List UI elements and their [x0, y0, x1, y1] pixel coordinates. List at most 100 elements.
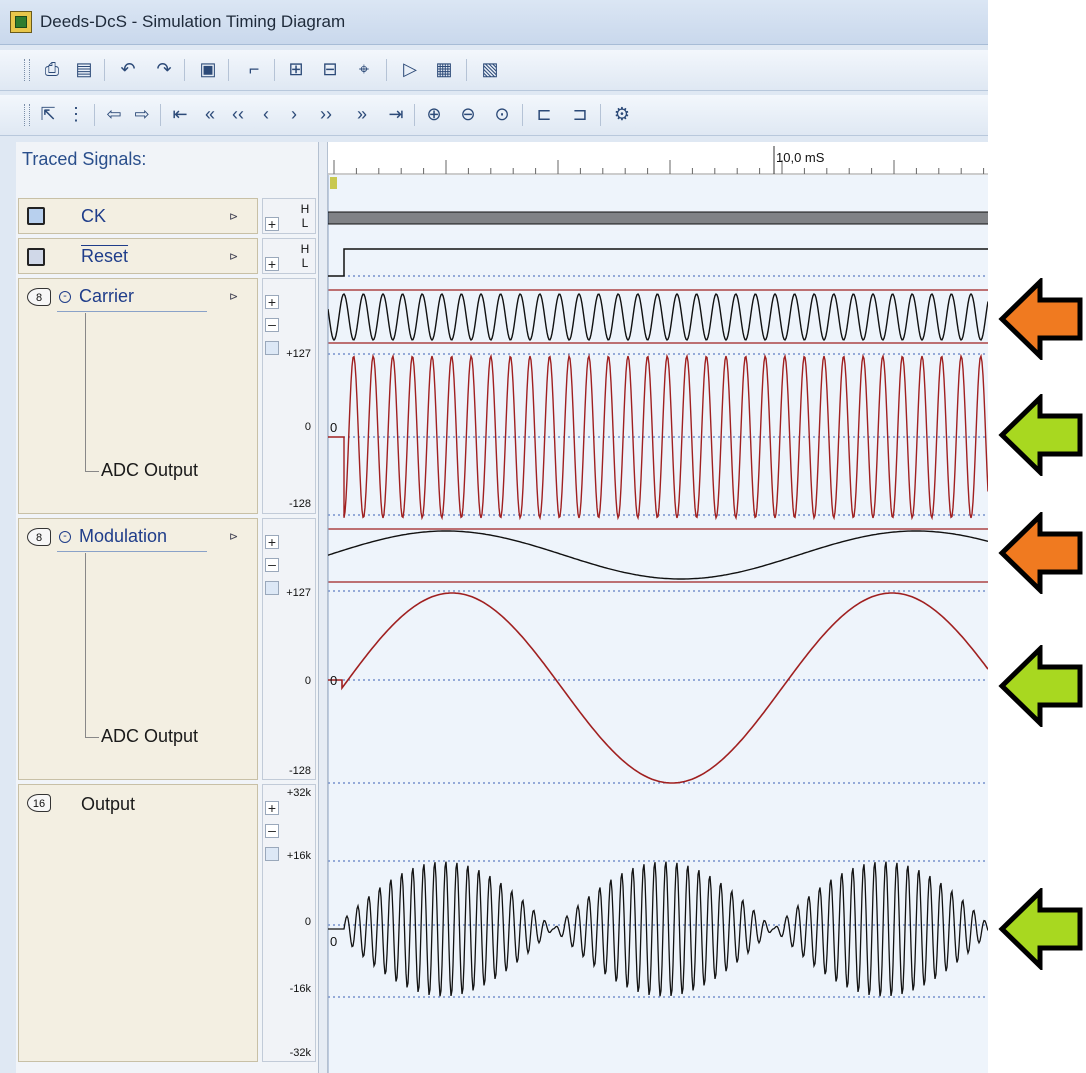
zoom-out-icon[interactable]: – — [265, 317, 279, 332]
properties-icon[interactable]: ⊳ — [229, 210, 247, 224]
traced-signals-heading: Traced Signals: — [22, 149, 147, 169]
zoom-out-icon[interactable]: ⊖ — [456, 102, 480, 126]
clipboard-icon[interactable]: ▣ — [196, 57, 220, 81]
properties-icon[interactable]: ⊳ — [229, 530, 247, 544]
prev-icon[interactable]: ‹ — [254, 102, 278, 126]
scale-min: -128 — [288, 765, 311, 777]
reset-controls: + H L — [262, 238, 316, 274]
collapse-icon[interactable]: - — [59, 291, 71, 303]
signal-name: Carrier — [79, 286, 135, 306]
output-zero-label: 0 — [330, 934, 337, 949]
expand-icon[interactable]: + — [265, 257, 279, 271]
high-label: H — [300, 242, 310, 256]
waveform-area[interactable]: 10,0 mS 0 0 0 — [328, 142, 988, 1073]
scale-min: -32k — [289, 1047, 311, 1059]
signal-name: Modulation — [79, 526, 168, 546]
scale-neg-half: -16k — [289, 983, 311, 995]
right-icon[interactable]: ⇨ — [130, 102, 154, 126]
ck-controls: + H L — [262, 198, 316, 234]
scale-min: -128 — [288, 498, 311, 510]
signal-row-carrier[interactable]: 8 - Carrier ⊳ ADC Output — [18, 278, 258, 514]
signal-row-modulation[interactable]: 8 - Modulation ⊳ ADC Output — [18, 518, 258, 780]
view-icon[interactable]: ▧ — [478, 57, 502, 81]
grid-icon[interactable]: ⊞ — [284, 57, 308, 81]
collapse-icon[interactable]: - — [59, 531, 71, 543]
modulation-zero-label: 0 — [330, 673, 337, 688]
page-setup-icon[interactable]: ▤ — [72, 57, 96, 81]
zoom-in-icon[interactable]: + — [265, 535, 279, 549]
end-icon[interactable]: ⇥ — [384, 102, 408, 126]
print-icon[interactable]: ⎙ — [40, 57, 64, 81]
zoom-in-icon[interactable]: + — [265, 801, 279, 815]
bus-16-icon: 16 — [27, 794, 51, 812]
begin-icon[interactable]: ⇤ — [168, 102, 192, 126]
app-icon — [10, 11, 32, 33]
scale-max: +127 — [286, 587, 311, 599]
zoom-out-icon[interactable]: – — [265, 557, 279, 572]
expand-icon[interactable]: + — [265, 217, 279, 231]
signal-name: Output — [81, 794, 136, 814]
marker-right-icon[interactable]: ⊐ — [568, 102, 592, 126]
time-ruler — [328, 142, 988, 175]
zoom-fit-icon[interactable]: ⊙ — [490, 102, 514, 126]
modulation-controls: + – +127 0 -128 — [262, 518, 316, 780]
forward-icon[interactable]: ›› — [314, 102, 338, 126]
marker-left-icon[interactable]: ⊏ — [532, 102, 556, 126]
start-marker[interactable] — [330, 177, 337, 189]
back-icon[interactable]: ‹‹ — [226, 102, 250, 126]
main-toolbar: ⎙ ▤ ↶ ↷ ▣ ⌐ ⊞ ⊟ ⌖ ▷ ▦ ▧ — [0, 50, 988, 91]
green-arrow-output — [998, 888, 1083, 970]
zoom-in-icon[interactable]: + — [265, 295, 279, 309]
stop-icon[interactable]: ▦ — [432, 57, 456, 81]
toolbar-grip[interactable] — [24, 104, 30, 126]
green-arrow-modulation-adc — [998, 645, 1083, 727]
redo-icon[interactable]: ↷ — [152, 57, 176, 81]
signal-name: CK — [81, 206, 107, 226]
navigation-toolbar: ⇱ ⋮ ⇦ ⇨ ⇤ « ‹‹ ‹ › ›› » ⇥ ⊕ ⊖ ⊙ ⊏ ⊐ ⚙ — [0, 95, 988, 136]
scale-half: +16k — [286, 850, 311, 862]
carrier-controls: + – +127 0 -128 — [262, 278, 316, 514]
scale-zero: 0 — [304, 421, 311, 433]
bus-8-icon: 8 — [27, 288, 51, 306]
output-controls: + – +32k +16k 0 -16k -32k — [262, 784, 316, 1062]
signal-row-reset[interactable]: Reset ⊳ — [18, 238, 258, 274]
orange-arrow-modulation — [998, 512, 1083, 594]
scale-zero: 0 — [304, 916, 311, 928]
properties-icon[interactable]: ⊳ — [229, 250, 247, 264]
bus-8-icon: 8 — [27, 528, 51, 546]
properties-icon[interactable]: ⊳ — [229, 290, 247, 304]
deeds-simulation-window: Deeds-DcS - Simulation Timing Diagram ⎙ … — [0, 0, 988, 1073]
scale-max: +32k — [286, 787, 311, 799]
zoom-out-icon[interactable]: – — [265, 823, 279, 838]
window-title: Deeds-DcS - Simulation Timing Diagram — [40, 12, 346, 31]
timeline-label: 10,0 mS — [776, 150, 825, 165]
zoom-in-icon[interactable]: ⊕ — [422, 102, 446, 126]
next-icon[interactable]: › — [282, 102, 306, 126]
toolbar-grip[interactable] — [24, 59, 30, 81]
left-icon[interactable]: ⇦ — [102, 102, 126, 126]
select-icon[interactable]: ⇱ — [36, 102, 60, 126]
settings-icon[interactable]: ⚙ — [610, 102, 634, 126]
undo-icon[interactable]: ↶ — [116, 57, 140, 81]
carrier-zero-label: 0 — [330, 420, 337, 435]
cursor-icon[interactable]: ⌖ — [352, 57, 376, 81]
play-icon[interactable]: ▷ — [398, 57, 422, 81]
fast-forward-icon[interactable]: » — [350, 102, 374, 126]
signal-row-ck[interactable]: CK ⊳ — [18, 198, 258, 234]
sub-signal-adc-output: ADC Output — [101, 460, 199, 480]
waveform-canvas: 10,0 mS 0 0 0 — [328, 142, 988, 1073]
signals-icon[interactable]: ⊟ — [318, 57, 342, 81]
low-label: L — [301, 216, 309, 230]
signal-row-output[interactable]: 16 Output — [18, 784, 258, 1062]
fast-back-icon[interactable]: « — [198, 102, 222, 126]
high-label: H — [300, 202, 310, 216]
edge-icon[interactable]: ⌐ — [242, 57, 266, 81]
clock-icon — [27, 207, 45, 225]
step-icon[interactable]: ⋮ — [64, 102, 88, 126]
low-label: L — [301, 256, 309, 270]
panel-splitter[interactable] — [318, 142, 328, 1073]
title-bar: Deeds-DcS - Simulation Timing Diagram — [0, 0, 988, 45]
green-arrow-carrier-adc — [998, 394, 1083, 476]
sub-signal-adc-output: ADC Output — [101, 726, 199, 746]
signal-name: Reset — [81, 246, 129, 266]
